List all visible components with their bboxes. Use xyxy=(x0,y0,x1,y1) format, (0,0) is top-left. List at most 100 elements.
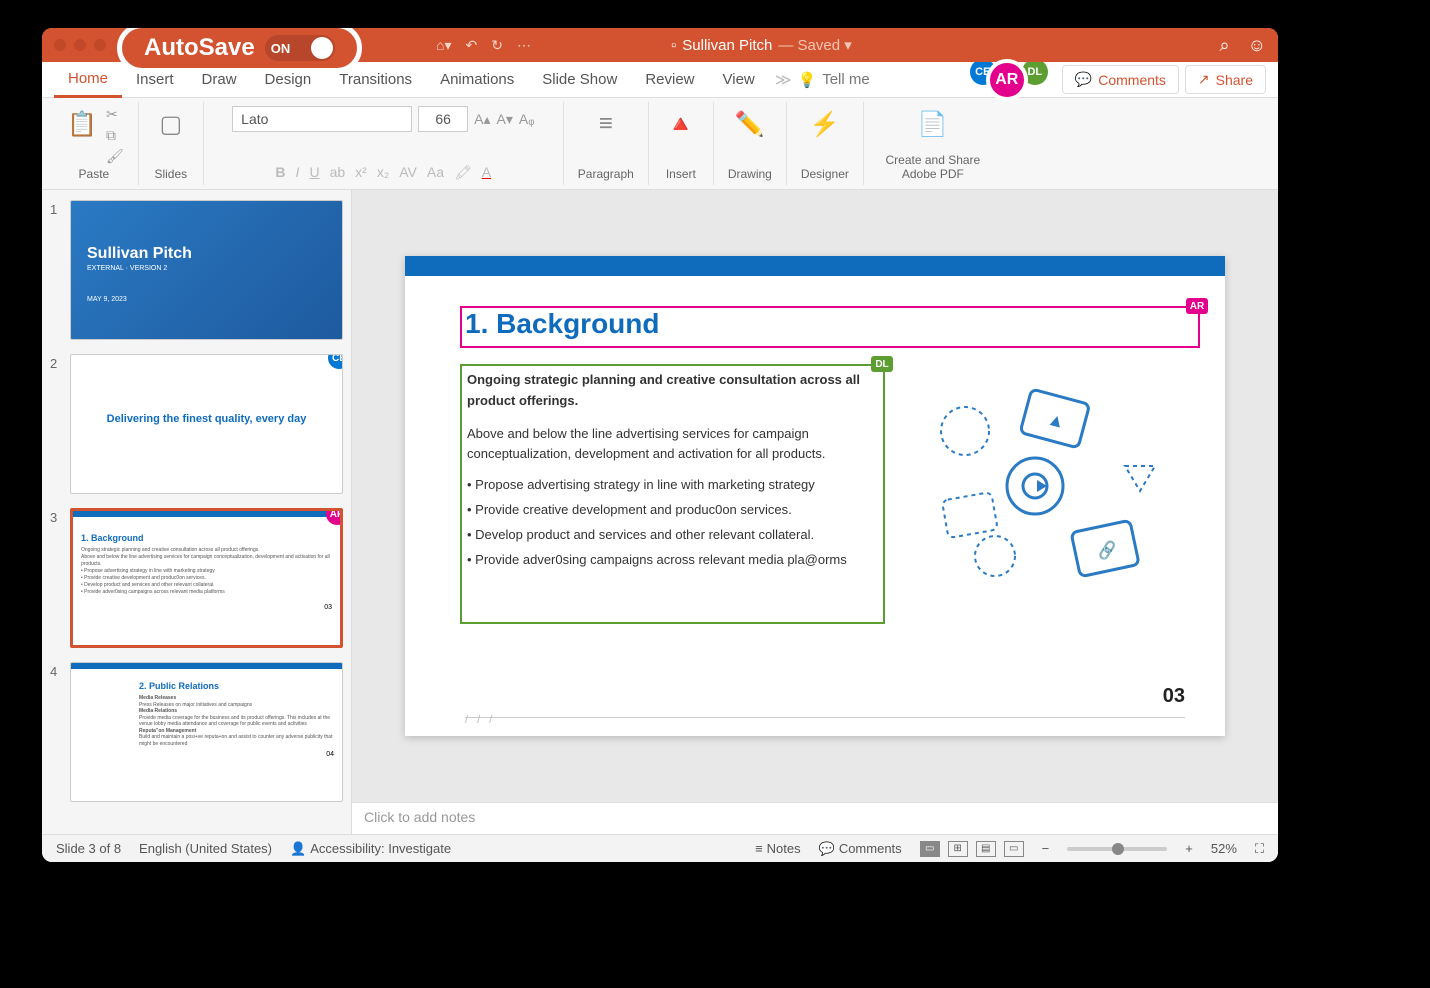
slide-decoration: / / / xyxy=(465,714,495,726)
status-language[interactable]: English (United States) xyxy=(139,841,272,856)
group-slides: ▢ Slides xyxy=(139,102,204,185)
status-slide[interactable]: Slide 3 of 8 xyxy=(56,841,121,856)
slide-body-text[interactable]: Ongoing strategic planning and creative … xyxy=(467,370,877,574)
designer-icon[interactable]: ⚡ xyxy=(807,106,843,142)
italic-icon[interactable]: I xyxy=(296,164,300,181)
autosave-label: AutoSave xyxy=(144,34,255,62)
titlebar: AutoSave ON ⌂▾ ↶ ↻ ⋯ ▫ Sullivan Pitch — … xyxy=(42,28,1278,62)
autosave-control[interactable]: AutoSave ON xyxy=(117,28,362,73)
status-accessibility[interactable]: 👤 Accessibility: Investigate xyxy=(290,841,451,857)
status-notes[interactable]: ≡ Notes xyxy=(755,841,801,856)
designer-label: Designer xyxy=(801,167,849,181)
comments-button[interactable]: 💬 Comments xyxy=(1062,65,1179,94)
thumb-text: Delivering the finest quality, every day xyxy=(71,355,342,425)
slide-lead: Ongoing strategic planning and creative … xyxy=(467,372,860,408)
zoom-out-icon[interactable]: − xyxy=(1042,841,1050,856)
insert-shape-icon[interactable]: 🔺 xyxy=(663,106,699,142)
close-window-icon[interactable] xyxy=(54,39,66,51)
thumb-title: 2. Public Relations xyxy=(139,681,334,691)
slide-thumb[interactable]: CE Delivering the finest quality, every … xyxy=(70,354,343,494)
decrease-font-icon[interactable]: A▾ xyxy=(497,111,513,128)
slide-thumb[interactable]: Sullivan Pitch EXTERNAL · VERSION 2 MAY … xyxy=(70,200,343,340)
document-title[interactable]: ▫ Sullivan Pitch — Saved ▾ xyxy=(671,36,852,54)
redo-icon[interactable]: ↻ xyxy=(491,37,503,54)
group-font: A▴ A▾ Aᵩ B I U ab x² x₂ AV Aa 🖍 A xyxy=(204,102,564,185)
undo-icon[interactable]: ↶ xyxy=(465,37,477,54)
tab-home[interactable]: Home xyxy=(54,62,122,98)
thumbnail-4[interactable]: 4 2. Public Relations Media ReleasesPres… xyxy=(50,662,343,802)
group-insert: 🔺 Insert xyxy=(649,102,714,185)
tab-animations[interactable]: Animations xyxy=(426,63,528,96)
autosave-toggle[interactable]: ON xyxy=(265,35,335,61)
status-comments[interactable]: 💬 Comments xyxy=(819,841,902,857)
zoom-in-icon[interactable]: + xyxy=(1185,841,1193,856)
format-painter-icon[interactable]: 🖌 xyxy=(106,148,124,165)
drawing-label: Drawing xyxy=(728,167,772,181)
spacing-icon[interactable]: AV xyxy=(399,164,417,181)
statusbar: Slide 3 of 8 English (United States) 👤 A… xyxy=(42,834,1278,862)
cut-icon[interactable]: ✂ xyxy=(106,106,124,123)
slide-thumbnails-panel[interactable]: 1 Sullivan Pitch EXTERNAL · VERSION 2 MA… xyxy=(42,190,352,834)
tab-view[interactable]: View xyxy=(709,63,769,96)
title-right: ⌕ ☺ xyxy=(1220,35,1266,56)
strike-icon[interactable]: ab xyxy=(330,164,346,181)
tab-slideshow[interactable]: Slide Show xyxy=(528,63,631,96)
zoom-knob-icon xyxy=(1112,843,1124,855)
copy-icon[interactable]: ⧉ xyxy=(106,127,124,144)
svg-text:▲: ▲ xyxy=(1045,408,1067,432)
account-icon[interactable]: ☺ xyxy=(1248,35,1266,56)
doc-status: — Saved ▾ xyxy=(778,36,851,54)
clear-format-icon[interactable]: Aᵩ xyxy=(519,111,535,127)
highlight-icon[interactable]: 🖍 xyxy=(454,164,472,181)
thumbnail-1[interactable]: 1 Sullivan Pitch EXTERNAL · VERSION 2 MA… xyxy=(50,200,343,340)
quick-access: ⌂▾ ↶ ↻ ⋯ xyxy=(436,37,531,54)
canvas-wrap[interactable]: AR 1. Background DL Ongoing strategic pl… xyxy=(352,190,1278,802)
new-slide-icon[interactable]: ▢ xyxy=(153,106,189,142)
slide-header-bar xyxy=(405,256,1225,276)
bullet-4: Provide adver0sing campaigns across rele… xyxy=(467,550,877,571)
slides-label: Slides xyxy=(154,167,187,181)
font-name-select[interactable] xyxy=(232,106,412,132)
paste-icon[interactable]: 📋 xyxy=(64,106,100,142)
slide-canvas[interactable]: AR 1. Background DL Ongoing strategic pl… xyxy=(405,256,1225,736)
avatar-ar[interactable]: AR xyxy=(986,59,1028,101)
adobe-pdf-icon[interactable]: 📄 xyxy=(915,106,951,142)
home-icon[interactable]: ⌂▾ xyxy=(436,37,451,54)
increase-font-icon[interactable]: A▴ xyxy=(474,111,490,128)
slide-thumb-selected[interactable]: AR 1. Background Ongoing strategic plann… xyxy=(70,508,343,648)
group-clipboard: 📋 ✂ ⧉ 🖌 Paste xyxy=(50,102,139,185)
tell-me-search[interactable]: 💡 Tell me xyxy=(798,71,870,89)
bold-icon[interactable]: B xyxy=(275,164,285,181)
thumbnail-3[interactable]: 3 AR 1. Background Ongoing strategic pla… xyxy=(50,508,343,648)
slide-number: 1 xyxy=(50,200,62,340)
font-size-input[interactable] xyxy=(418,106,468,132)
slide-title-text[interactable]: 1. Background xyxy=(465,308,659,340)
bullet-3: Develop product and services and other r… xyxy=(467,525,877,546)
share-button[interactable]: ↗ Share xyxy=(1185,65,1266,94)
search-icon[interactable]: ⌕ xyxy=(1220,35,1230,56)
zoom-level[interactable]: 52% xyxy=(1211,841,1237,856)
drawing-icon[interactable]: ✏️ xyxy=(732,106,768,142)
bulb-icon: 💡 xyxy=(798,71,817,89)
underline-icon[interactable]: U xyxy=(309,164,319,181)
notes-input[interactable]: Click to add notes xyxy=(352,802,1278,834)
paragraph-icon[interactable]: ≡ xyxy=(588,106,624,142)
view-reading-icon[interactable]: ▤ xyxy=(976,841,996,857)
more-icon[interactable]: ⋯ xyxy=(517,37,531,54)
tab-overflow-icon[interactable]: ≫ xyxy=(775,70,792,90)
slide-thumb[interactable]: 2. Public Relations Media ReleasesPress … xyxy=(70,662,343,802)
subscript-icon[interactable]: x₂ xyxy=(377,164,389,181)
fit-to-window-icon[interactable]: ⛶ xyxy=(1255,841,1264,857)
view-slideshow-icon[interactable]: ▭ xyxy=(1004,841,1024,857)
maximize-window-icon[interactable] xyxy=(94,39,106,51)
minimize-window-icon[interactable] xyxy=(74,39,86,51)
tab-review[interactable]: Review xyxy=(631,63,708,96)
superscript-icon[interactable]: x² xyxy=(355,164,367,181)
thumbnail-2[interactable]: 2 CE Delivering the finest quality, ever… xyxy=(50,354,343,494)
view-sorter-icon[interactable]: ⊞ xyxy=(948,841,968,857)
view-normal-icon[interactable]: ▭ xyxy=(920,841,940,857)
font-color-icon[interactable]: A xyxy=(482,164,491,181)
zoom-slider[interactable] xyxy=(1067,847,1167,851)
slide-divider xyxy=(465,717,1185,718)
case-icon[interactable]: Aa xyxy=(427,164,444,181)
